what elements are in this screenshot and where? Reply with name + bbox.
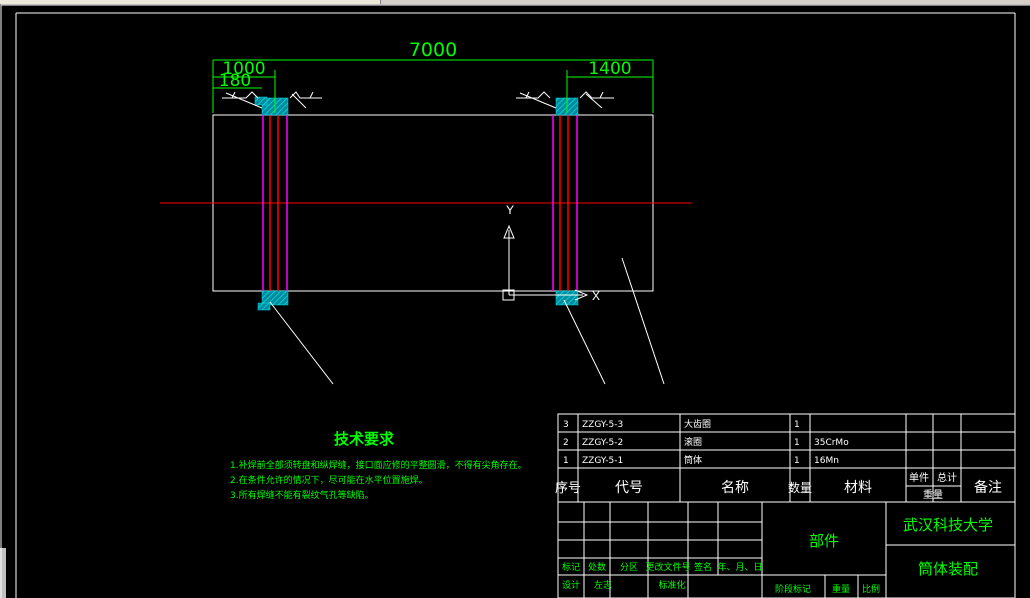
part-row-1-name: 筒体: [684, 454, 702, 466]
part-row-3-name: 大齿圈: [684, 418, 711, 430]
part-row-2-no: 2: [563, 438, 569, 448]
part-row-1-material: 16Mn: [814, 456, 839, 466]
sign-label-name: 左志: [594, 579, 612, 591]
dim-overall: 7000: [409, 39, 457, 61]
header-qty: 数量: [788, 480, 812, 495]
title-org: 武汉科技大学: [903, 516, 993, 534]
drawing-border: [0, 4, 1030, 598]
sign-label-design: 设计: [562, 579, 580, 591]
ucs-icon: [502, 224, 589, 301]
title-part-type: 部件: [809, 532, 839, 550]
sign-label-standard: 标准化: [658, 579, 685, 591]
axis-x-label: X: [592, 289, 600, 303]
header-no: 序号: [555, 481, 581, 496]
part-row-1-no: 1: [563, 456, 569, 466]
tech-requirement-1: 1.补焊前全部须转盘和纵焊缝，接口面应修的平整圆滑，不得有尖角存在。: [230, 459, 527, 471]
part-row-1-code: ZZGY-5-1: [582, 456, 623, 466]
header-weight: 重量: [923, 488, 943, 501]
part-row-2-code: ZZGY-5-2: [582, 438, 623, 448]
axis-y-label: Y: [506, 203, 514, 217]
part-row-2-material: 35CrMo: [814, 438, 849, 448]
leader-lines: [269, 257, 665, 385]
rev-label-count: 处数: [588, 561, 606, 573]
cad-drawing-canvas[interactable]: 7000 1000 180 1400 Y X 技术要求 1.补焊前全部须转盘和纵…: [0, 0, 1030, 598]
part-row-3-qty: 1: [794, 420, 800, 430]
header-unit: 单件: [909, 472, 929, 484]
tech-requirements-title: 技术要求: [334, 430, 395, 448]
part-row-2-qty: 1: [794, 438, 800, 448]
part-row-2-name: 滚圈: [684, 436, 702, 448]
part-row-1-qty: 1: [794, 456, 800, 466]
dim-left-small: 180: [219, 71, 251, 91]
tech-requirement-3: 3.所有焊缝不能有裂纹气孔等缺陷。: [230, 489, 374, 501]
stage-scale: 比例: [862, 583, 880, 595]
title-drawing-name: 筒体装配: [918, 560, 978, 578]
header-remark: 备注: [974, 479, 1002, 496]
header-name: 名称: [721, 480, 749, 496]
tech-requirement-2: 2.在条件允许的情况下，尽可能在水平位置施焊。: [230, 474, 428, 486]
rev-label-mark: 标记: [562, 561, 580, 573]
header-code: 代号: [615, 480, 643, 496]
header-material: 材料: [844, 480, 872, 496]
rev-label-zone: 分区: [620, 562, 638, 573]
rev-label-file: 更改文件号: [645, 561, 690, 573]
stage-weight: 重量: [832, 583, 850, 595]
part-row-3-code: ZZGY-5-3: [582, 420, 623, 430]
dim-right-offset: 1400: [588, 59, 631, 79]
header-total: 总计: [937, 471, 957, 484]
part-row-3-no: 3: [563, 420, 569, 430]
rev-label-sign: 签名: [694, 561, 712, 573]
stage-label: 阶段标记: [775, 583, 811, 595]
rev-label-date: 年、月、日: [717, 561, 762, 573]
